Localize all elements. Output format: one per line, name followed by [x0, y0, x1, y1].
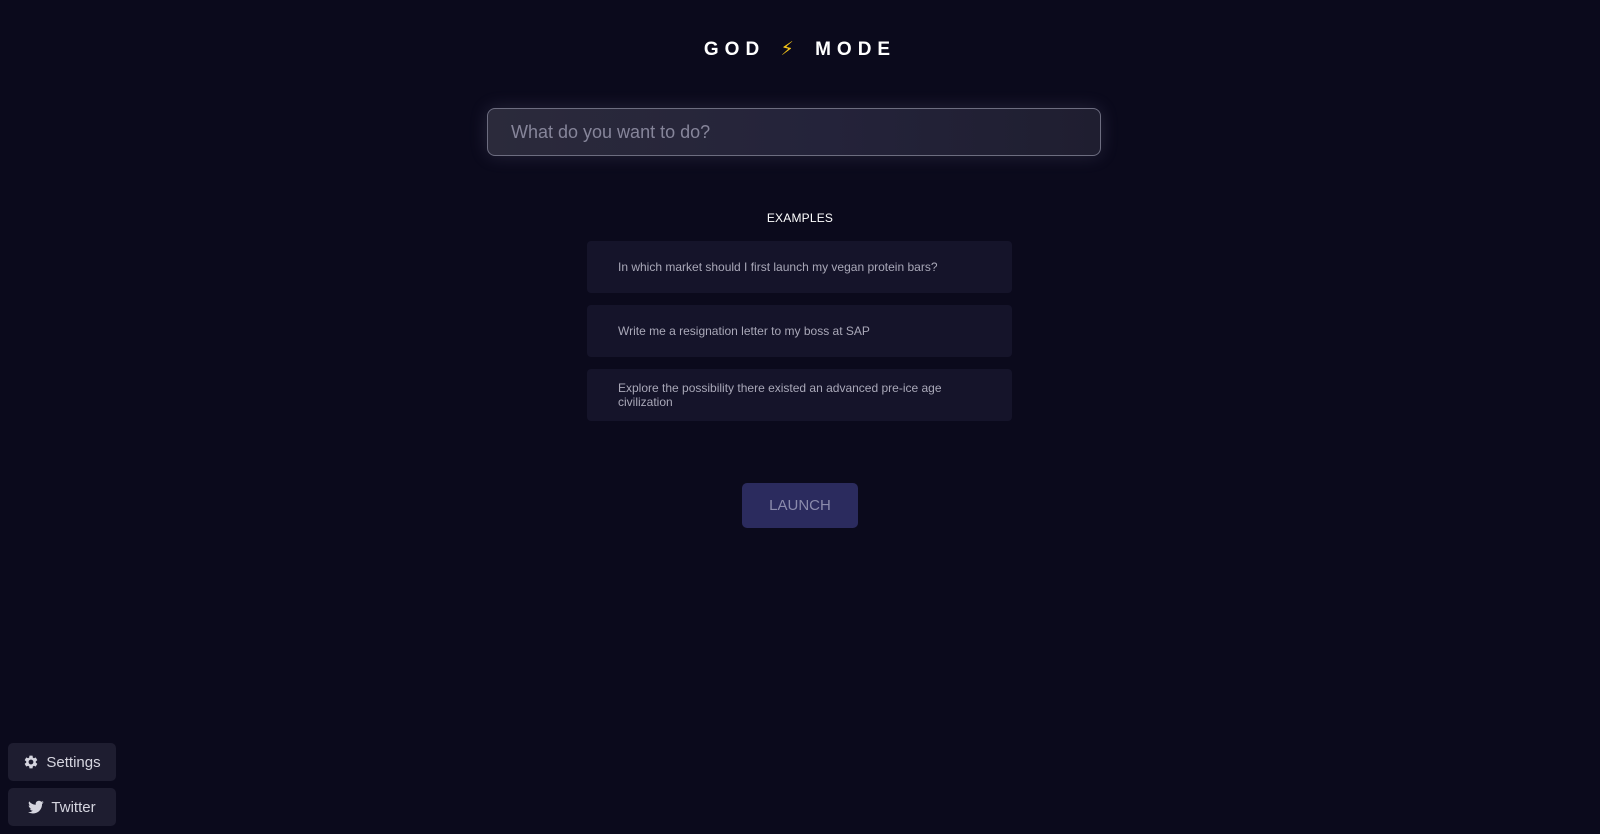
search-container	[487, 108, 1101, 156]
twitter-button[interactable]: Twitter	[8, 788, 116, 826]
settings-label: Settings	[46, 753, 101, 771]
example-item[interactable]: Write me a resignation letter to my boss…	[587, 305, 1012, 357]
logo-word-mode: MODE	[815, 39, 897, 60]
objective-input[interactable]	[487, 108, 1101, 156]
example-text: In which market should I first launch my…	[618, 260, 938, 274]
examples-list: In which market should I first launch my…	[587, 241, 1012, 433]
settings-button[interactable]: Settings	[8, 743, 116, 781]
launch-button[interactable]: LAUNCH	[742, 483, 858, 528]
example-text: Explore the possibility there existed an…	[618, 381, 942, 409]
gear-icon	[23, 754, 39, 770]
lightning-bolt-icon: ⚡	[780, 39, 794, 60]
logo-word-god: GOD	[703, 39, 766, 60]
app-logo: GOD ⚡ MODE	[0, 38, 1600, 61]
example-item[interactable]: In which market should I first launch my…	[587, 241, 1012, 293]
example-item[interactable]: Explore the possibility there existed an…	[587, 369, 1012, 421]
examples-heading: EXAMPLES	[766, 211, 834, 225]
twitter-bird-icon	[28, 799, 45, 815]
twitter-label: Twitter	[51, 798, 96, 816]
app-page: GOD ⚡ MODE EXAMPLES In which market shou…	[0, 0, 1600, 834]
example-text: Write me a resignation letter to my boss…	[618, 324, 870, 338]
